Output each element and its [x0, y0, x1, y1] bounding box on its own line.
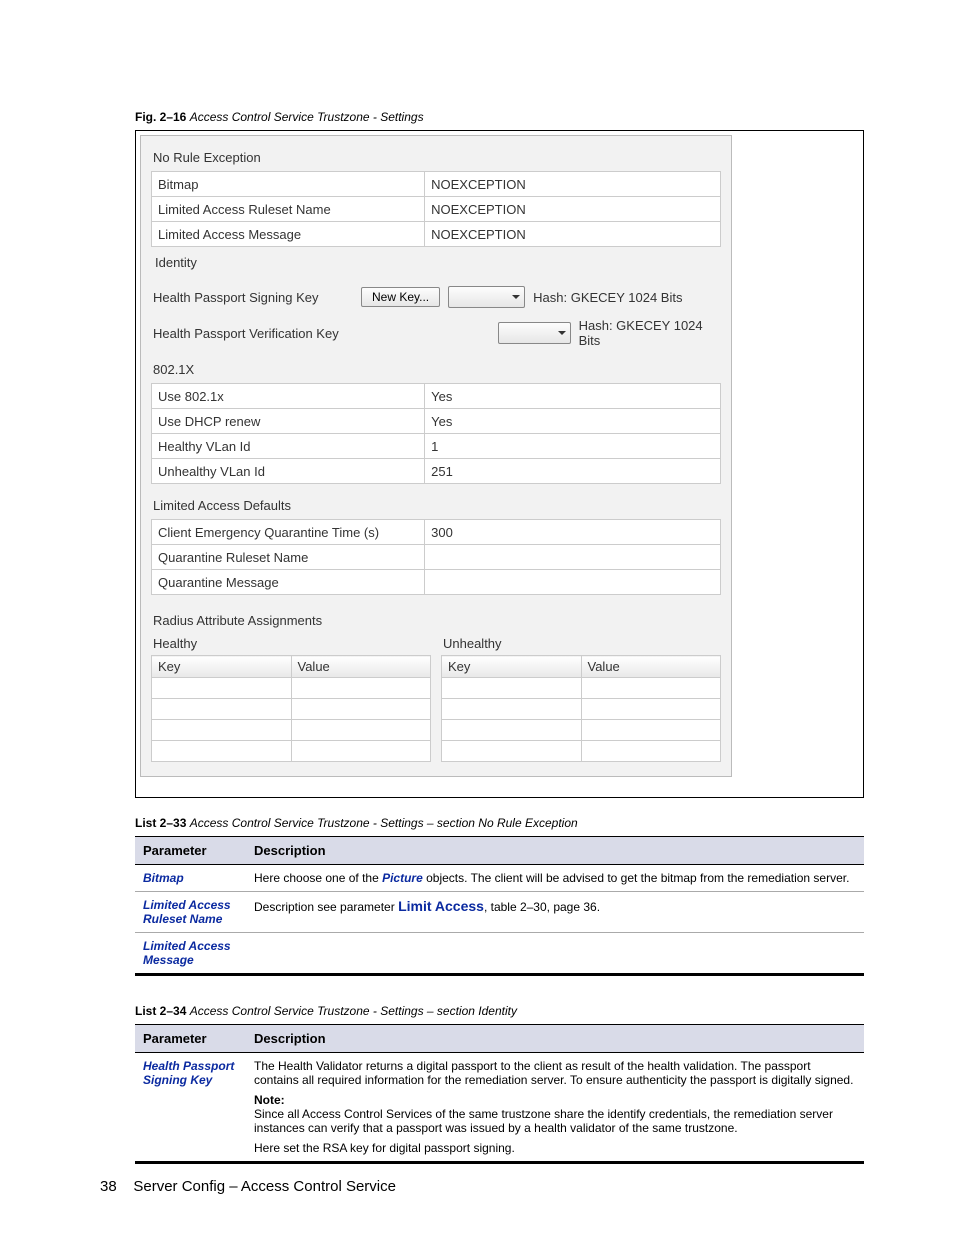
list-34-title: Access Control Service Trustzone - Setti…	[190, 1004, 517, 1018]
figure-caption: Fig. 2–16 Access Control Service Trustzo…	[135, 110, 864, 124]
signing-key-label: Health Passport Signing Key	[153, 290, 353, 305]
prop-value[interactable]: Yes	[425, 384, 721, 409]
link-picture[interactable]: Picture	[382, 871, 423, 885]
table-row: Healthy VLan Id1	[152, 434, 721, 459]
footer-text: Server Config – Access Control Service	[133, 1178, 396, 1195]
table-row: Unhealthy VLan Id251	[152, 459, 721, 484]
col-key: Key	[152, 656, 292, 678]
prop-label: Bitmap	[152, 172, 425, 197]
radius-healthy-table[interactable]: KeyValue	[151, 655, 431, 762]
prop-value[interactable]: 251	[425, 459, 721, 484]
table-row: Limited Access Ruleset Name Description …	[135, 892, 864, 933]
list-33-title: Access Control Service Trustzone - Setti…	[190, 816, 578, 830]
section-8021x: 802.1X	[151, 358, 721, 383]
table-row: Limited Access MessageNOEXCEPTION	[152, 222, 721, 247]
col-value: Value	[291, 656, 431, 678]
table-header: Parameter Description	[135, 1025, 864, 1053]
note-label: Note:	[254, 1093, 856, 1107]
col-key: Key	[442, 656, 582, 678]
page-number: 38	[100, 1178, 117, 1195]
prop-label: Quarantine Ruleset Name	[152, 545, 425, 570]
table-header: Parameter Description	[135, 837, 864, 865]
prop-label: Quarantine Message	[152, 570, 425, 595]
list-34-table: Parameter Description Health Passport Si…	[135, 1024, 864, 1164]
list-33-table: Parameter Description Bitmap Here choose…	[135, 836, 864, 976]
page: Fig. 2–16 Access Control Service Trustzo…	[0, 0, 954, 1235]
table-row: Limited Access Message	[135, 933, 864, 975]
chevron-down-icon	[511, 292, 521, 302]
verification-key-dropdown[interactable]	[498, 322, 571, 344]
list-34-label: List 2–34	[135, 1004, 186, 1018]
table-row: BitmapNOEXCEPTION	[152, 172, 721, 197]
col-parameter: Parameter	[135, 837, 246, 865]
prop-value[interactable]	[425, 570, 721, 595]
prop-value[interactable]: NOEXCEPTION	[425, 197, 721, 222]
term-limit-access[interactable]: Limit Access	[398, 898, 484, 914]
desc-lamsg	[246, 933, 864, 975]
table-row: Use DHCP renewYes	[152, 409, 721, 434]
table-row: Health Passport Signing Key The Health V…	[135, 1053, 864, 1163]
section-identity: Identity Health Passport Signing Key New…	[151, 247, 721, 348]
param-bitmap[interactable]: Bitmap	[143, 871, 184, 885]
verification-key-row: Health Passport Verification Key Hash: G…	[153, 318, 719, 348]
list-34-caption: List 2–34 Access Control Service Trustzo…	[135, 1004, 864, 1018]
table-row: Quarantine Ruleset Name	[152, 545, 721, 570]
settings-panel: No Rule Exception BitmapNOEXCEPTION Limi…	[140, 135, 732, 777]
radius-unhealthy-table[interactable]: KeyValue	[441, 655, 721, 762]
col-description: Description	[246, 837, 864, 865]
prop-label: Use 802.1x	[152, 384, 425, 409]
signing-key-hash: Hash: GKECEY 1024 Bits	[533, 290, 682, 305]
desc-laruleset: Description see parameter Limit Access, …	[246, 892, 864, 933]
verification-key-hash: Hash: GKECEY 1024 Bits	[579, 318, 719, 348]
radius-columns: Healthy KeyValue Unhealthy KeyValue	[151, 634, 721, 762]
prop-value[interactable]	[425, 545, 721, 570]
col-parameter: Parameter	[135, 1025, 246, 1053]
page-footer: 38 Server Config – Access Control Servic…	[100, 1178, 396, 1195]
radius-unhealthy: Unhealthy KeyValue	[441, 634, 721, 762]
signing-key-row: Health Passport Signing Key New Key... H…	[153, 286, 719, 308]
section-radius: Radius Attribute Assignments	[151, 609, 721, 634]
table-row: Quarantine Message	[152, 570, 721, 595]
verification-key-label: Health Passport Verification Key	[153, 326, 341, 341]
prop-value[interactable]: Yes	[425, 409, 721, 434]
prop-label: Client Emergency Quarantine Time (s)	[152, 520, 425, 545]
radius-unhealthy-title: Unhealthy	[441, 634, 721, 655]
no-rule-exception-table: BitmapNOEXCEPTION Limited Access Ruleset…	[151, 171, 721, 247]
prop-label: Limited Access Ruleset Name	[152, 197, 425, 222]
signing-key-dropdown[interactable]	[448, 286, 525, 308]
identity-title: Identity	[153, 251, 719, 276]
fig-title: Access Control Service Trustzone - Setti…	[190, 110, 424, 124]
prop-value[interactable]: NOEXCEPTION	[425, 222, 721, 247]
table-row: Bitmap Here choose one of the Picture ob…	[135, 865, 864, 892]
prop-value[interactable]: NOEXCEPTION	[425, 172, 721, 197]
prop-label: Healthy VLan Id	[152, 434, 425, 459]
prop-label: Use DHCP renew	[152, 409, 425, 434]
list-33-caption: List 2–33 Access Control Service Trustzo…	[135, 816, 864, 830]
param-limited-access-message[interactable]: Limited Access Message	[143, 939, 231, 967]
prop-value[interactable]: 1	[425, 434, 721, 459]
col-description: Description	[246, 1025, 864, 1053]
limited-defaults-table: Client Emergency Quarantine Time (s)300 …	[151, 519, 721, 595]
radius-healthy: Healthy KeyValue	[151, 634, 431, 762]
fig-label: Fig. 2–16	[135, 110, 186, 124]
section-no-rule-exception: No Rule Exception	[151, 146, 721, 171]
chevron-down-icon	[557, 328, 567, 338]
col-value: Value	[581, 656, 721, 678]
prop-label: Limited Access Message	[152, 222, 425, 247]
new-key-button[interactable]: New Key...	[361, 287, 440, 307]
figure-frame: No Rule Exception BitmapNOEXCEPTION Limi…	[135, 130, 864, 798]
desc-bitmap: Here choose one of the Picture objects. …	[246, 865, 864, 892]
table-row: Client Emergency Quarantine Time (s)300	[152, 520, 721, 545]
section-limited-defaults: Limited Access Defaults	[151, 494, 721, 519]
desc-signing: The Health Validator returns a digital p…	[246, 1053, 864, 1163]
param-health-passport-signing-key[interactable]: Health Passport Signing Key	[143, 1059, 234, 1087]
table-row: Limited Access Ruleset NameNOEXCEPTION	[152, 197, 721, 222]
param-limited-access-ruleset[interactable]: Limited Access Ruleset Name	[143, 898, 231, 926]
list-33-label: List 2–33	[135, 816, 186, 830]
radius-healthy-title: Healthy	[151, 634, 431, 655]
table-row: Use 802.1xYes	[152, 384, 721, 409]
8021x-table: Use 802.1xYes Use DHCP renewYes Healthy …	[151, 383, 721, 484]
prop-value[interactable]: 300	[425, 520, 721, 545]
prop-label: Unhealthy VLan Id	[152, 459, 425, 484]
